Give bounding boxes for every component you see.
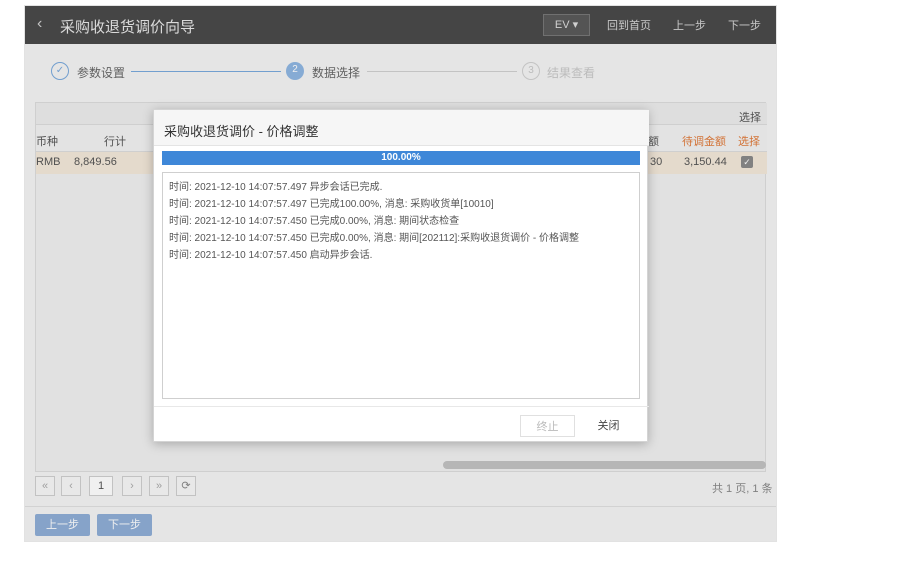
close-button[interactable]: 关闭 xyxy=(581,415,636,437)
log-line: 时间: 2021-12-10 14:07:57.497 已完成100.00%, … xyxy=(169,199,494,210)
progress-dialog: 采购收退货调价 - 价格调整 100.00% 时间: 2021-12-10 14… xyxy=(153,109,649,443)
dialog-footer: 终止 关闭 xyxy=(154,406,649,443)
log-line: 时间: 2021-12-10 14:07:57.450 已完成0.00%, 消息… xyxy=(169,233,579,244)
log-list[interactable]: 时间: 2021-12-10 14:07:57.497 异步会话已完成. 时间: … xyxy=(162,172,640,399)
dialog-title: 采购收退货调价 - 价格调整 xyxy=(164,124,319,139)
progress-label: 100.00% xyxy=(381,152,421,163)
stop-button[interactable]: 终止 xyxy=(520,415,575,437)
log-line: 时间: 2021-12-10 14:07:57.497 异步会话已完成. xyxy=(169,182,383,193)
app-window: ‹ 采购收退货调价向导 EV ▾ 回到首页 上一步 下一步 ✓ 参数设置 2 数… xyxy=(24,5,777,542)
log-line: 时间: 2021-12-10 14:07:57.450 已完成0.00%, 消息… xyxy=(169,216,460,227)
progress-bar: 100.00% xyxy=(162,151,640,165)
log-line: 时间: 2021-12-10 14:07:57.450 启动异步会话. xyxy=(169,250,373,261)
